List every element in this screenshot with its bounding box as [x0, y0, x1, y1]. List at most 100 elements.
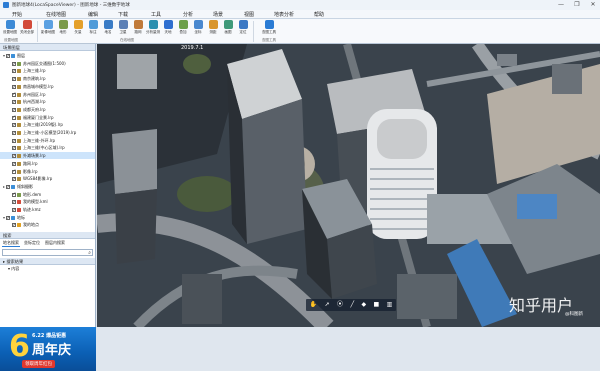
layer-tree-item[interactable]: 路网.lrp: [0, 160, 95, 168]
result-row[interactable]: ▾ 内容: [0, 265, 95, 272]
menu-help[interactable]: 帮助: [304, 11, 334, 18]
menu-start[interactable]: 开始: [0, 11, 34, 18]
measure-button[interactable]: 分析量测: [146, 20, 160, 37]
layer-tree-item[interactable]: 上海三维-小区模型(2019).lrp: [0, 129, 95, 137]
layer-tree-item[interactable]: ▾地标: [0, 214, 95, 221]
layer-tree-item[interactable]: 南京建筑.lrp: [0, 75, 95, 83]
layer-checkbox[interactable]: [6, 184, 10, 191]
coordinate-button[interactable]: 坐标: [191, 20, 205, 37]
layer-tree-item[interactable]: 地形.dem: [0, 191, 95, 198]
layer-tree-item[interactable]: 上海三维.lrp: [0, 67, 95, 75]
maximize-button[interactable]: ❐: [572, 1, 582, 9]
tab-layer-search[interactable]: 图层内搜索: [44, 240, 66, 247]
promo-cta[interactable]: 领取周年红包: [22, 360, 55, 368]
layer-checkbox[interactable]: [12, 60, 16, 67]
line-icon[interactable]: ╱: [350, 299, 354, 311]
layer-checkbox[interactable]: [12, 99, 16, 106]
layer-checkbox[interactable]: [12, 122, 16, 129]
menu-download[interactable]: 下载: [108, 11, 138, 18]
watermark: 知乎用户: [509, 296, 574, 315]
chart-icon[interactable]: ▥: [387, 299, 393, 311]
layer-checkbox[interactable]: [12, 130, 16, 137]
layer-checkbox[interactable]: [12, 114, 16, 121]
menu-online-map[interactable]: 在线地图: [34, 11, 78, 18]
layer-checkbox[interactable]: [12, 161, 16, 168]
layer-label: 上海三维-外环.lrp: [23, 137, 56, 143]
tab-coordinate-locate[interactable]: 坐标定位: [23, 240, 41, 247]
marker-icon[interactable]: ⦿: [337, 299, 343, 311]
square-icon[interactable]: ■: [374, 299, 380, 311]
layer-tree-item[interactable]: 我的地点: [0, 221, 95, 229]
menu-view[interactable]: 视图: [234, 11, 264, 18]
map-query-button[interactable]: 查图工具: [262, 20, 276, 37]
overlay-button[interactable]: 叠加: [176, 20, 190, 37]
layer-tree-item[interactable]: 苏州园区交通图(1:500): [0, 60, 95, 67]
layer-label: 图层: [17, 53, 25, 58]
layer-tree-item[interactable]: 我的模型.kml: [0, 198, 95, 206]
layer-checkbox[interactable]: [12, 91, 16, 98]
close-all-button[interactable]: 关闭全部: [20, 20, 34, 37]
layer-type-icon: [17, 154, 21, 159]
layer-tree-item[interactable]: 上海三维-外环.lrp: [0, 137, 95, 144]
pointer-icon[interactable]: ➚: [325, 299, 330, 311]
layer-label: 福建厦门全景.lrp: [23, 114, 54, 120]
set-map-button[interactable]: 设置地图: [3, 20, 17, 37]
search-icon[interactable]: ⌕: [88, 250, 91, 256]
layer-tree-item[interactable]: 外滩场景.lrp: [0, 152, 95, 160]
menu-scene[interactable]: 场景: [202, 11, 234, 18]
layer-tree-item[interactable]: 轨迹.kmz: [0, 206, 95, 214]
layer-checkbox[interactable]: [12, 145, 16, 152]
road-network-button[interactable]: 路网: [131, 20, 145, 37]
terrain-button[interactable]: 地形: [56, 20, 70, 37]
layer-tree-item[interactable]: 南昌城市模型.lrp: [0, 83, 95, 91]
minimize-button[interactable]: —: [556, 1, 566, 9]
promo-main-text: 周年庆: [32, 343, 72, 358]
imagery-map-button[interactable]: 影像地图: [41, 20, 55, 37]
layer-tree-item[interactable]: ▾图层: [0, 52, 95, 60]
layer-checkbox[interactable]: [12, 191, 16, 198]
layer-checkbox[interactable]: [6, 53, 10, 60]
layer-checkbox[interactable]: [12, 76, 16, 83]
promo-banner[interactable]: 6 6.22 爆品钜惠 周年庆 领取周年红包: [0, 327, 96, 371]
tab-place-search[interactable]: 地名搜索: [2, 240, 20, 247]
layer-tree-item[interactable]: 福建厦门全景.lrp: [0, 114, 95, 121]
tianditu-button[interactable]: 天地: [161, 20, 175, 37]
layer-tree-item[interactable]: ▸倾斜摄影: [0, 183, 95, 191]
layer-tree-item[interactable]: 成都天府.lrp: [0, 106, 95, 114]
layer-type-icon: [17, 100, 21, 105]
layer-checkbox[interactable]: [12, 153, 16, 160]
layer-checkbox[interactable]: [12, 207, 16, 214]
map-view[interactable]: 2019.7.1 ✋ ➚ ⦿ ╱ ◆ ■ ▥ 知乎用户 @科图新: [97, 44, 600, 327]
layer-checkbox[interactable]: [12, 176, 16, 183]
menu-analysis[interactable]: 分析: [174, 11, 202, 18]
place-name-button[interactable]: 地名: [101, 20, 115, 37]
search-input[interactable]: ⌕: [2, 249, 93, 256]
menu-surface-analysis[interactable]: 地表分析: [264, 11, 304, 18]
close-button[interactable]: ✕: [588, 1, 598, 9]
layer-checkbox[interactable]: [12, 137, 16, 144]
vector-button[interactable]: 矢量: [71, 20, 85, 37]
distance-button[interactable]: 测距: [206, 20, 220, 37]
layer-checkbox[interactable]: [6, 214, 10, 221]
annotation-button[interactable]: 标注: [86, 20, 100, 37]
layer-tree-item[interactable]: 上海三维(2019版).lrp: [0, 121, 95, 129]
layer-tree-item[interactable]: 苏州园区.lrp: [0, 91, 95, 98]
polygon-icon[interactable]: ◆: [361, 299, 366, 311]
layer-checkbox[interactable]: [12, 199, 16, 206]
menu-tools[interactable]: 工具: [138, 11, 174, 18]
layer-checkbox[interactable]: [12, 84, 16, 91]
layer-tree-item[interactable]: 影像.lrp: [0, 168, 95, 175]
layer-checkbox[interactable]: [12, 107, 16, 114]
locate-button[interactable]: 定位: [236, 20, 250, 37]
ribbon-toolbar: 设置地图 关闭全部 影像地图 地形 矢量 标注 地名 卫星 路网 分析量测 天地…: [0, 19, 600, 44]
layer-tree-item[interactable]: 杭州西湖.lrp: [0, 98, 95, 106]
layer-checkbox[interactable]: [12, 168, 16, 175]
menu-edit[interactable]: 编辑: [78, 11, 108, 18]
layer-checkbox[interactable]: [12, 68, 16, 75]
draw-button[interactable]: 画图: [221, 20, 235, 37]
layer-tree-item[interactable]: WGS84影像.lrp: [0, 175, 95, 183]
layer-checkbox[interactable]: [12, 222, 16, 229]
layer-tree-item[interactable]: 上海三维(中心区域).lrp: [0, 144, 95, 152]
satellite-button[interactable]: 卫星: [116, 20, 130, 37]
hand-icon[interactable]: ✋: [310, 299, 317, 311]
